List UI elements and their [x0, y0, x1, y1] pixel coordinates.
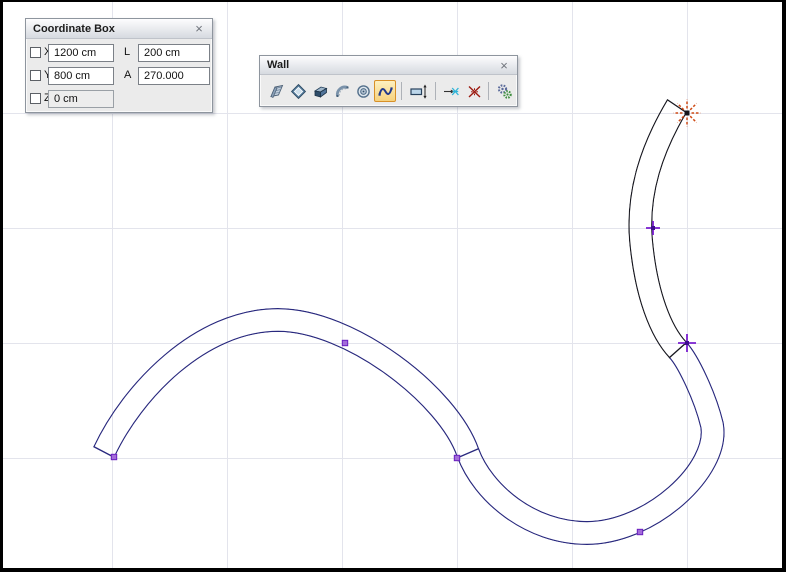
wall-toolbar-palette: Wall ×: [259, 55, 518, 107]
wall-reference-line-icon: [409, 83, 429, 100]
wall-toolbar-buttons: [260, 79, 517, 105]
z-axis-checkbox[interactable]: [30, 93, 41, 104]
x-coordinate-field[interactable]: [48, 44, 114, 62]
length-label: L: [124, 46, 130, 58]
wall-spline-icon: [377, 83, 394, 100]
coordinate-row-y: Y A: [26, 67, 212, 89]
settings-gears-icon: [496, 83, 513, 100]
wall-single-button[interactable]: [265, 80, 287, 102]
selection-handle-square[interactable]: [342, 340, 347, 345]
selection-handle-square[interactable]: [111, 454, 116, 459]
coordinate-box-title: Coordinate Box: [33, 23, 115, 35]
length-field[interactable]: [138, 44, 210, 62]
snap-point-red-icon: [466, 83, 483, 100]
y-axis-checkbox[interactable]: [30, 70, 41, 81]
wall-single-icon: [268, 83, 285, 100]
wall-arc-button[interactable]: [331, 80, 353, 102]
coordinate-box-titlebar[interactable]: Coordinate Box ×: [26, 19, 212, 39]
z-coordinate-field[interactable]: [48, 90, 114, 108]
wall-circle-button[interactable]: [352, 80, 374, 102]
wall-reference-line-button[interactable]: [406, 80, 431, 102]
coordinate-row-z: Z: [26, 90, 212, 112]
snap-point-red-button[interactable]: [463, 80, 485, 102]
wall-corner-icon: [312, 83, 329, 100]
toolbar-separator: [435, 82, 436, 100]
wall-corner-button[interactable]: [309, 80, 331, 102]
toolbar-separator: [488, 82, 489, 100]
settings-gears-button[interactable]: [493, 80, 515, 102]
x-axis-checkbox[interactable]: [30, 47, 41, 58]
snap-point-blue-icon: [443, 83, 460, 100]
angle-label: A: [124, 69, 131, 81]
snap-cursor-star: [674, 100, 701, 127]
wall-circle-icon: [355, 83, 372, 100]
snap-point-blue-button[interactable]: [440, 80, 462, 102]
angle-field[interactable]: [138, 67, 210, 85]
coordinate-row-x: X L: [26, 44, 212, 66]
app-window: Coordinate Box × X L Y A Z Wall ×: [0, 0, 786, 572]
close-icon[interactable]: ×: [497, 56, 511, 75]
selection-handle-square[interactable]: [454, 455, 459, 460]
wall-segment-selected[interactable]: [104, 320, 713, 533]
coordinate-box-palette: Coordinate Box × X L Y A Z: [25, 18, 213, 113]
spline-wall-outline[interactable]: [94, 100, 713, 534]
selection-markers-layer: [111, 100, 700, 535]
y-coordinate-field[interactable]: [48, 67, 114, 85]
selection-handle-square[interactable]: [637, 529, 642, 534]
wall-toolbar-titlebar[interactable]: Wall ×: [260, 56, 517, 75]
wall-rectangle-icon: [290, 83, 307, 100]
toolbar-separator: [401, 82, 402, 100]
wall-spline-button[interactable]: [374, 80, 396, 102]
close-icon[interactable]: ×: [192, 19, 206, 39]
wall-arc-icon: [334, 83, 351, 100]
wall-toolbar-title: Wall: [267, 59, 289, 71]
wall-rectangle-button[interactable]: [287, 80, 309, 102]
